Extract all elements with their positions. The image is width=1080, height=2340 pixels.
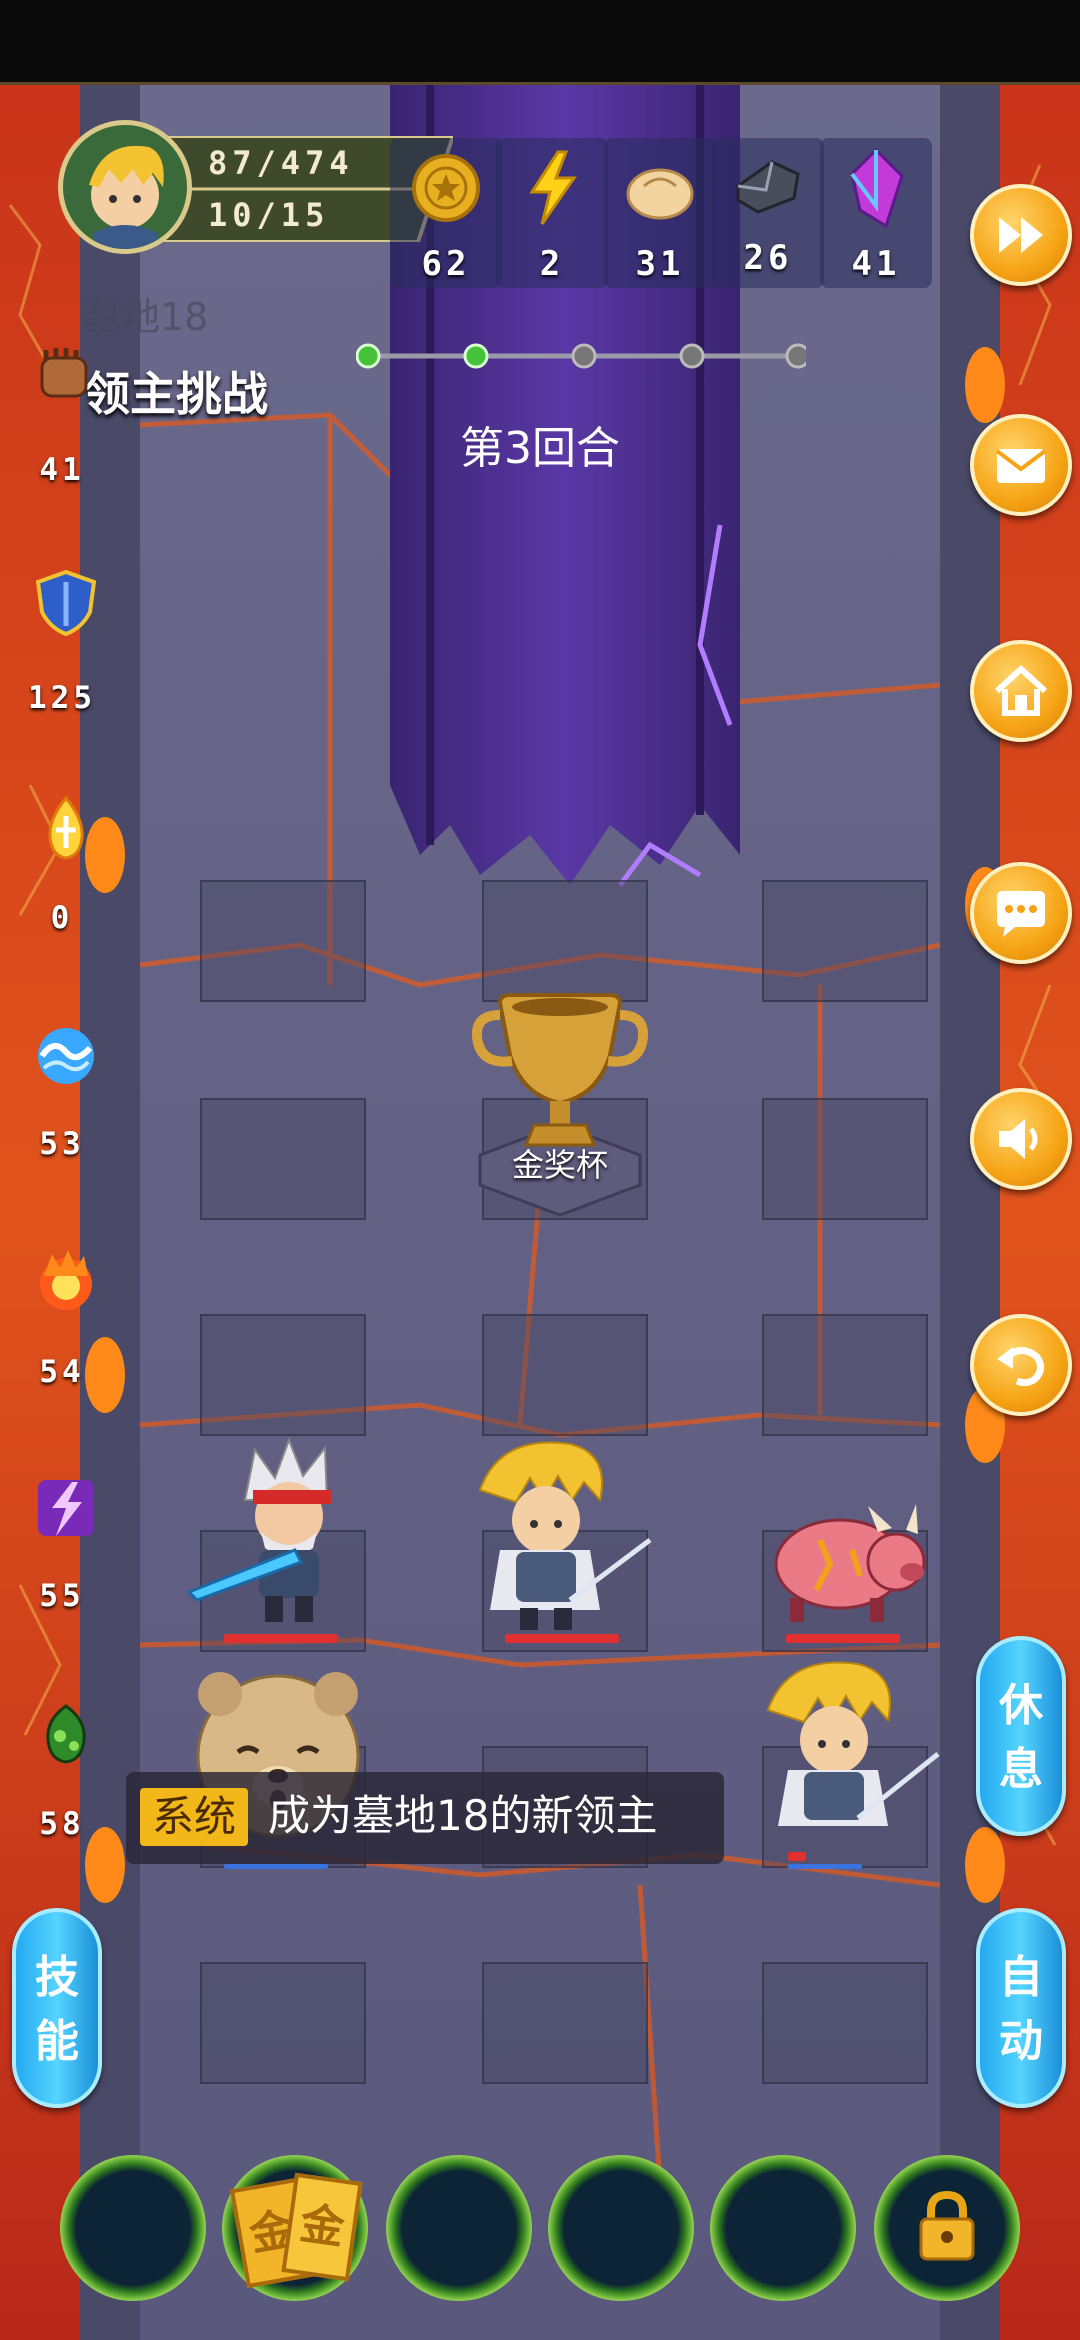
bun-icon [626, 168, 694, 220]
resource-energy[interactable]: 2 [496, 138, 608, 288]
home-icon [994, 664, 1048, 716]
rest-button[interactable]: 休息 [976, 1636, 1066, 1836]
area-name: 墓地18 [84, 295, 209, 339]
skill-slot-1[interactable] [60, 2155, 206, 2301]
fast-forward-button[interactable] [970, 184, 1072, 286]
stat-holy[interactable]: 0 [0, 794, 120, 954]
stat-fire-value: 54 [39, 1354, 85, 1390]
stat-attack-value: 41 [39, 452, 85, 488]
iron-ore-icon [736, 160, 800, 214]
avatar[interactable] [58, 120, 192, 254]
sound-icon [999, 1119, 1038, 1159]
resource-bun[interactable]: 31 [604, 138, 716, 288]
home-button[interactable] [970, 640, 1072, 742]
chat-button[interactable] [970, 862, 1072, 964]
grid-cell[interactable] [762, 1314, 928, 1436]
skill-button[interactable]: 技能 [12, 1908, 102, 2108]
skill-slot-5[interactable] [710, 2155, 856, 2301]
gold-trophy[interactable]: 金奖杯 [470, 985, 650, 1235]
resource-energy-value: 2 [539, 244, 565, 284]
round-text: 第3回合 [460, 423, 620, 474]
mail-button[interactable] [970, 414, 1072, 516]
fist-icon [40, 348, 88, 398]
resource-gold-value: 62 [421, 244, 471, 284]
stat-thunder-value: 55 [39, 1578, 85, 1614]
player-hp: 87/474 [208, 144, 354, 182]
crystal-icon [850, 147, 904, 229]
unit-ninja[interactable] [185, 1430, 385, 1640]
fast-forward-icon [999, 217, 1043, 253]
stat-attack[interactable]: 41 [0, 340, 120, 500]
chat-icon [997, 891, 1045, 937]
water-wave-icon [38, 1028, 94, 1084]
resource-iron-value: 26 [743, 238, 793, 278]
grid-cell[interactable] [200, 1098, 366, 1220]
resource-bun-value: 31 [635, 244, 685, 284]
unit-hp-bar [786, 1634, 900, 1643]
skill-slot-3[interactable] [386, 2155, 532, 2301]
lightning-icon [529, 150, 577, 225]
stat-thunder[interactable]: 55 [0, 1474, 120, 1634]
auto-button[interactable]: 自动 [976, 1908, 1066, 2108]
resource-crystal-value: 41 [851, 244, 901, 284]
grid-cell[interactable] [482, 880, 648, 1002]
fire-orb-icon [40, 1250, 92, 1310]
player-level: 10/15 [208, 196, 330, 234]
system-text: 成为墓地18的新领主 [268, 1791, 658, 1840]
unit-hp-bar [224, 1634, 338, 1643]
grid-cell[interactable] [762, 1098, 928, 1220]
trophy-label: 金奖杯 [511, 1146, 608, 1184]
resource-gold[interactable]: 62 [390, 138, 502, 288]
unit-hp-bar [505, 1634, 619, 1643]
status-bar [0, 0, 1080, 85]
grid-cell[interactable] [200, 1962, 366, 2084]
back-icon [997, 1347, 1044, 1387]
shield-icon [35, 569, 97, 636]
unit-hp-bar [788, 1852, 806, 1861]
poison-icon [46, 1704, 86, 1764]
round-progress [356, 343, 806, 369]
grid-cell[interactable] [762, 880, 928, 1002]
stat-defense[interactable]: 125 [0, 568, 120, 728]
stat-poison[interactable]: 58 [0, 1700, 120, 1860]
stat-poison-value: 58 [39, 1806, 85, 1842]
unit-swordsman-2[interactable] [748, 1650, 948, 1850]
stat-fire[interactable]: 54 [0, 1248, 120, 1408]
resource-iron[interactable]: 26 [712, 138, 824, 288]
unit-mp-bar [788, 1864, 862, 1869]
gold-card-icon: 金 金 [229, 2169, 363, 2289]
grid-cell[interactable] [762, 1962, 928, 2084]
grid-cell[interactable] [482, 1314, 648, 1436]
skill-slot-4[interactable] [548, 2155, 694, 2301]
lock-icon [919, 2191, 975, 2261]
stat-holy-value: 0 [50, 900, 74, 936]
stat-defense-value: 125 [28, 680, 96, 716]
grid-cell[interactable] [200, 880, 366, 1002]
unit-boar[interactable] [760, 1480, 930, 1630]
lightning-rune-icon [38, 1480, 94, 1536]
grid-cell[interactable] [482, 1962, 648, 2084]
resource-crystal[interactable]: 41 [820, 138, 932, 288]
unit-mp-bar [224, 1864, 328, 1869]
skill-slot-2[interactable]: 金 金 [222, 2155, 368, 2301]
gold-card-label: 金 [296, 2198, 348, 2255]
grid-cell[interactable] [200, 1314, 366, 1436]
system-message: 系统 成为墓地18的新领主 [126, 1772, 724, 1864]
back-button[interactable] [970, 1314, 1072, 1416]
sound-button[interactable] [970, 1088, 1072, 1190]
skill-slot-locked[interactable] [874, 2155, 1020, 2301]
game-screen: 87/474 10/15 62 2 31 26 41 墓地18 领主挑战 第3回… [0, 0, 1080, 2340]
gold-coin-icon [412, 154, 480, 222]
stat-water-value: 53 [39, 1126, 85, 1162]
holy-flame-icon [48, 795, 84, 860]
mail-icon [995, 449, 1047, 483]
gold-card: 金 [281, 2172, 363, 2282]
stat-water[interactable]: 53 [0, 1022, 120, 1182]
unit-swordsman[interactable] [460, 1430, 660, 1640]
system-tag: 系统 [140, 1788, 249, 1846]
player-panel[interactable]: 87/474 10/15 [58, 120, 453, 260]
